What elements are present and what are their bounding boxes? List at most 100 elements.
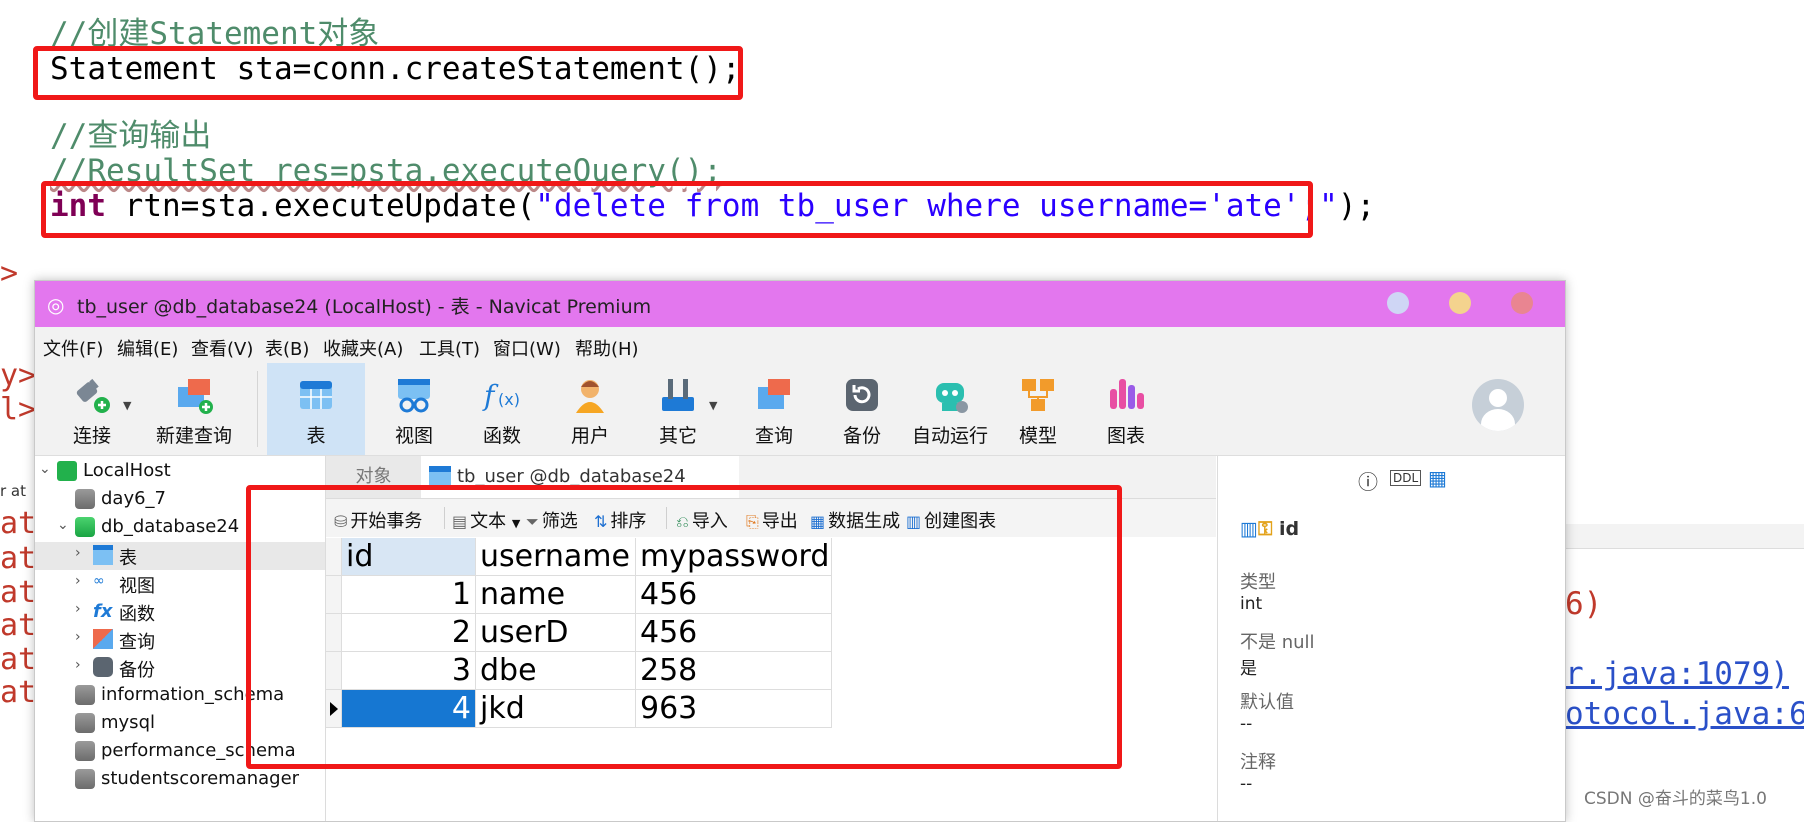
chevron-right-icon[interactable]: › xyxy=(75,601,81,617)
menu-edit[interactable]: 编辑(E) xyxy=(117,335,178,361)
new-query-icon xyxy=(178,379,213,414)
type-value: int xyxy=(1240,594,1263,614)
toolbar-label: 连接 xyxy=(72,425,111,447)
toolbar-chart-button[interactable]: 图表 xyxy=(1077,363,1175,455)
toolbar-label: 表 xyxy=(306,425,326,447)
toolbar-label: 函数 xyxy=(482,425,521,447)
menu-window[interactable]: 窗口(W) xyxy=(493,335,561,361)
toolbar-divider xyxy=(257,371,258,447)
menu-help[interactable]: 帮助(H) xyxy=(575,335,639,361)
tree-item-label: 函数 xyxy=(119,604,155,625)
console-fragment-1: 6) xyxy=(1565,586,1603,622)
window-title: tb_user @db_database24 (LocalHost) - 表 -… xyxy=(77,296,652,318)
console-prefix: r at xyxy=(0,482,27,500)
field-name-text: id xyxy=(1279,518,1300,540)
main-toolbar: 连接 ▼ 新建查询 表 视图 f (x) 函数 用户 其它 ▼ 查询 备份 自动… xyxy=(35,363,1565,456)
user-icon xyxy=(576,380,604,413)
menu-file[interactable]: 文件(F) xyxy=(43,335,103,361)
default-value: -- xyxy=(1240,714,1253,734)
view-icon xyxy=(398,379,430,413)
backup-icon xyxy=(846,379,878,411)
highlight-box-statement xyxy=(33,46,743,100)
chevron-right-icon[interactable]: › xyxy=(75,545,81,561)
backup-icon xyxy=(93,657,113,677)
account-avatar[interactable] xyxy=(1472,379,1524,431)
toolbar-label: 备份 xyxy=(842,425,881,447)
toolbar-backup-button[interactable]: 备份 xyxy=(813,363,911,455)
console-link-2[interactable]: otocol.java:6 xyxy=(1565,696,1804,732)
comment-query-output: //查询输出 xyxy=(50,118,212,154)
tree-item-studentscoremanager[interactable]: studentscoremanager xyxy=(35,766,325,794)
chart-icon xyxy=(1110,379,1144,409)
title-bar[interactable]: ◎ tb_user @db_database24 (LocalHost) - 表… xyxy=(35,281,1565,327)
toolbar-label: 用户 xyxy=(570,425,609,447)
not-null-value: 是 xyxy=(1240,659,1257,679)
tree-item-label: LocalHost xyxy=(83,460,171,481)
default-label: 默认值 xyxy=(1240,692,1294,713)
chevron-down-icon[interactable]: ⌄ xyxy=(39,461,51,477)
toolbar-label: 视图 xyxy=(394,425,433,447)
connection-plug-icon xyxy=(76,378,110,413)
avatar-body-icon xyxy=(1481,409,1515,431)
toolbar-model-button[interactable]: 模型 xyxy=(989,363,1087,455)
field-details-panel: ⓘ DDL ▦ ▥⚿ id 类型 int 不是 null 是 默认值 -- 注释… xyxy=(1217,456,1565,821)
grid-view-icon[interactable]: ▦ xyxy=(1428,466,1447,490)
menu-favorites[interactable]: 收藏夹(A) xyxy=(323,335,403,361)
toolbar-function-button[interactable]: f (x) 函数 xyxy=(453,363,551,455)
watermark: CSDN @奋斗的菜鸟1.0 xyxy=(1584,789,1767,809)
console-link-1[interactable]: r.java:1079) xyxy=(1565,656,1789,692)
toolbar-query-button[interactable]: 查询 xyxy=(725,363,823,455)
chevron-down-icon[interactable]: ▼ xyxy=(123,399,131,412)
menu-view[interactable]: 查看(V) xyxy=(191,335,253,361)
chevron-right-icon[interactable]: › xyxy=(75,657,81,673)
tree-item-label: studentscoremanager xyxy=(101,768,300,789)
toolbar-automation-button[interactable]: 自动运行 xyxy=(901,363,999,455)
close-button[interactable] xyxy=(1511,292,1533,314)
ide-console-toolbar xyxy=(1565,524,1804,549)
toolbar-label: 模型 xyxy=(1018,425,1057,447)
menu-table[interactable]: 表(B) xyxy=(265,335,309,361)
query-icon xyxy=(758,379,790,409)
tree-item-label: 查询 xyxy=(119,632,155,653)
comment-value: -- xyxy=(1240,774,1253,794)
toolbar-user-button[interactable]: 用户 xyxy=(541,363,639,455)
toolbar-label: 其它 xyxy=(658,425,697,447)
field-name: ▥⚿ id xyxy=(1240,518,1299,540)
model-icon xyxy=(1022,379,1054,411)
chevron-right-icon[interactable]: › xyxy=(75,629,81,645)
database-open-icon xyxy=(75,517,95,537)
console-at-6: at xyxy=(0,675,37,710)
toolbar-label: 新建查询 xyxy=(155,425,232,447)
function-icon: f (x) xyxy=(482,379,520,412)
database-icon xyxy=(75,685,95,705)
database-icon xyxy=(75,489,95,509)
database-icon xyxy=(75,769,95,789)
toolbar-table-button[interactable]: 表 xyxy=(267,363,365,455)
type-label: 类型 xyxy=(1240,572,1276,593)
chevron-down-icon[interactable]: ⌄ xyxy=(57,517,69,533)
table-icon xyxy=(93,545,113,565)
not-null-label: 不是 null xyxy=(1240,632,1315,653)
ddl-icon[interactable]: DDL xyxy=(1390,470,1422,486)
menu-tools[interactable]: 工具(T) xyxy=(419,335,480,361)
tree-item-localhost[interactable]: ⌄ LocalHost xyxy=(35,458,325,486)
tree-item-label: 视图 xyxy=(119,576,155,597)
chevron-down-icon[interactable]: ▼ xyxy=(709,399,717,412)
toolbar-label: 自动运行 xyxy=(911,425,988,447)
minimize-button[interactable] xyxy=(1387,292,1409,314)
navicat-logo-icon: ◎ xyxy=(47,293,65,317)
view-icon: ∞ xyxy=(93,573,105,589)
maximize-button[interactable] xyxy=(1449,292,1471,314)
chevron-right-icon[interactable]: › xyxy=(75,573,81,589)
toolbar-view-button[interactable]: 视图 xyxy=(365,363,463,455)
toolbar-label: 查询 xyxy=(754,425,793,447)
database-icon xyxy=(75,713,95,733)
info-icon[interactable]: ⓘ xyxy=(1358,466,1378,495)
toolbar-label: 图表 xyxy=(1106,425,1145,447)
comment-label: 注释 xyxy=(1240,752,1276,773)
toolbar-new-query-button[interactable]: 新建查询 xyxy=(145,363,243,455)
avatar-head-icon xyxy=(1489,389,1507,407)
tree-item-label: 表 xyxy=(119,548,137,569)
tools-icon xyxy=(662,379,694,411)
tree-item-label: mysql xyxy=(101,712,155,733)
